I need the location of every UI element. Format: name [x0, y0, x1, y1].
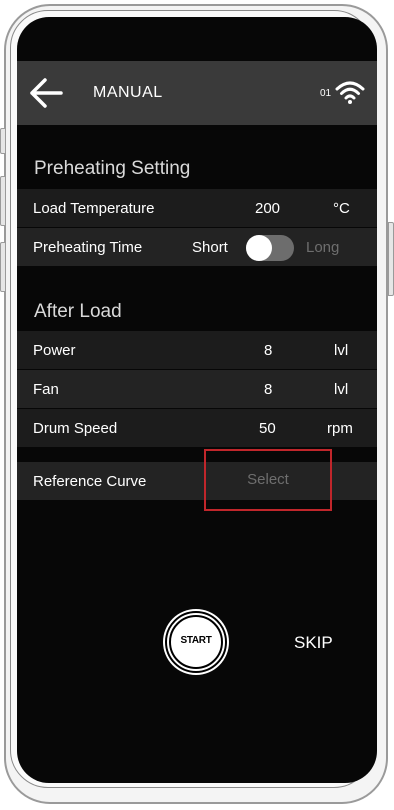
top-bar: MANUAL 01 [17, 61, 377, 125]
skip-button[interactable]: SKIP [294, 633, 333, 653]
reference-curve-row: Reference Curve Select [17, 449, 377, 511]
reference-curve-label: Reference Curve [33, 473, 147, 490]
back-button[interactable] [29, 77, 63, 109]
preheating-section-title: Preheating Setting [34, 158, 191, 179]
reference-curve-select[interactable]: Select [204, 449, 332, 511]
arrow-left-icon [30, 78, 63, 108]
power-value[interactable]: 8 [264, 342, 272, 359]
preheating-time-row: Preheating Time Short Long [17, 228, 377, 266]
start-button[interactable]: START [165, 611, 227, 673]
after-load-section-title: After Load [34, 301, 122, 322]
fan-row[interactable]: Fan 8 lvl [17, 370, 377, 408]
app-screen: MANUAL 01 Preheating Setting Load Temper… [17, 17, 377, 783]
page-title: MANUAL [93, 84, 163, 101]
drum-speed-value[interactable]: 50 [259, 420, 276, 437]
signal-number: 01 [320, 88, 332, 99]
preheating-time-label: Preheating Time [33, 239, 143, 256]
drum-speed-label: Drum Speed [33, 420, 118, 437]
short-option[interactable]: Short [192, 239, 228, 256]
preheating-time-toggle[interactable] [246, 235, 294, 261]
load-temperature-label: Load Temperature [33, 200, 155, 217]
fan-value[interactable]: 8 [264, 381, 272, 398]
fan-label: Fan [33, 381, 59, 398]
toggle-knob [246, 235, 272, 261]
power-button [388, 222, 394, 296]
load-temperature-value[interactable]: 200 [255, 200, 280, 217]
volume-up-button [0, 176, 6, 226]
load-temperature-row[interactable]: Load Temperature 200 °C [17, 189, 377, 227]
mute-switch [0, 128, 6, 154]
start-label: START [180, 635, 212, 646]
select-label: Select [247, 471, 289, 488]
power-label: Power [33, 342, 76, 359]
drum-speed-unit: rpm [327, 420, 353, 437]
load-temperature-unit: °C [333, 200, 350, 217]
wifi-icon [335, 81, 365, 104]
power-unit: lvl [334, 342, 349, 359]
volume-down-button [0, 242, 6, 292]
fan-unit: lvl [334, 381, 349, 398]
drum-speed-row[interactable]: Drum Speed 50 rpm [17, 409, 377, 447]
power-row[interactable]: Power 8 lvl [17, 331, 377, 369]
long-option[interactable]: Long [306, 239, 339, 256]
